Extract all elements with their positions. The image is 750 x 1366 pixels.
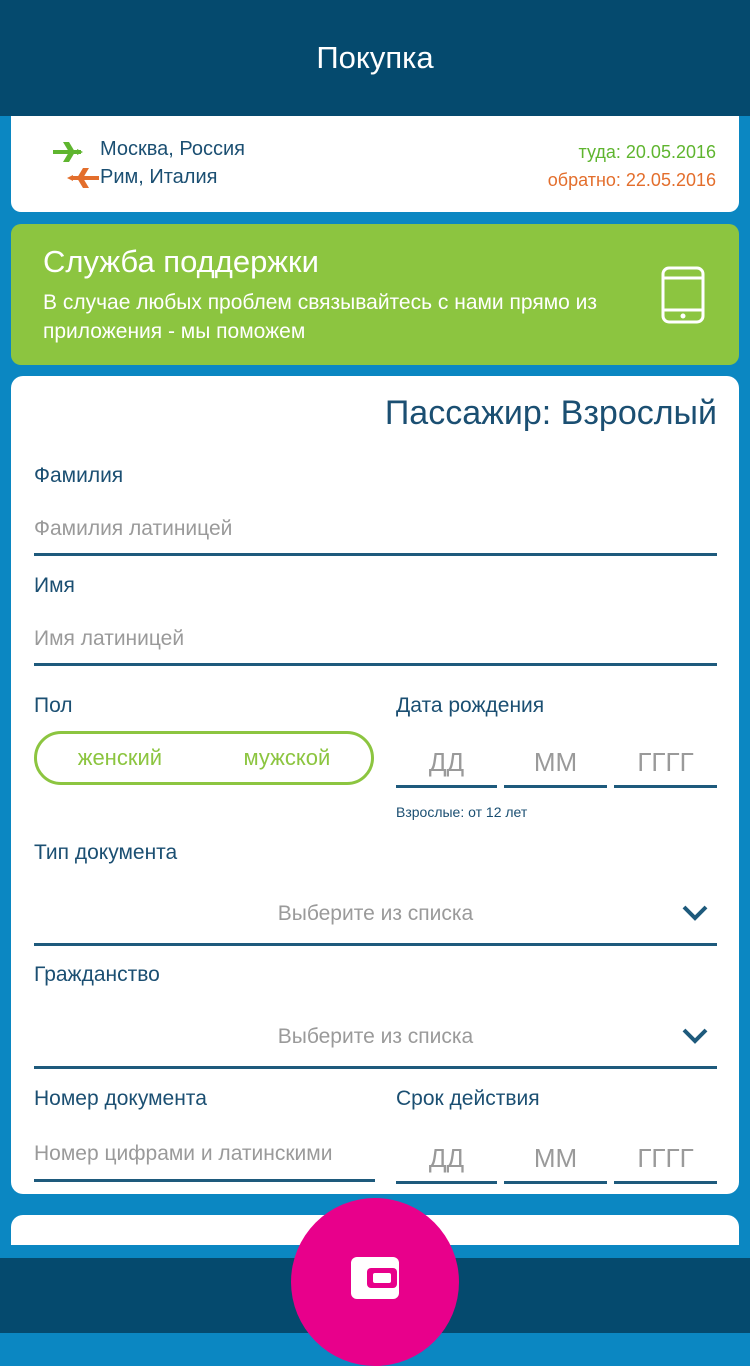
- citizenship-value: Выберите из списка: [277, 1025, 474, 1048]
- birth-month-input[interactable]: [504, 740, 607, 788]
- gender-toggle[interactable]: женский мужской: [34, 731, 374, 785]
- surname-input[interactable]: [34, 504, 717, 556]
- app-bar: Покупка: [0, 0, 750, 116]
- document-type-value: Выберите из списка: [277, 902, 474, 925]
- document-number-label: Номер документа: [34, 1087, 207, 1110]
- age-hint: Взрослые: от 12 лет: [396, 804, 528, 820]
- document-number-input[interactable]: [34, 1128, 375, 1182]
- birth-year-input[interactable]: [614, 740, 717, 788]
- chevron-down-icon: [682, 905, 708, 921]
- departure-date: туда: 20.05.2016: [578, 142, 716, 162]
- name-input[interactable]: [34, 614, 717, 666]
- return-date: обратно: 22.05.2016: [547, 170, 716, 190]
- birth-date-label: Дата рождения: [396, 694, 545, 717]
- destination-city: Рим, Италия: [100, 166, 218, 188]
- support-title: Служба поддержки: [43, 244, 319, 279]
- support-text: В случае любых проблем связывайтесь с на…: [43, 291, 597, 343]
- document-type-label: Тип документа: [34, 841, 178, 864]
- expiry-day-input[interactable]: [396, 1136, 497, 1184]
- name-label: Имя: [34, 574, 75, 597]
- expiry-year-input[interactable]: [614, 1136, 717, 1184]
- document-type-select[interactable]: Выберите из списка: [34, 890, 717, 946]
- expiry-label: Срок действия: [396, 1087, 540, 1110]
- gender-male-option[interactable]: мужской: [244, 745, 331, 771]
- plane-icon: [53, 142, 99, 188]
- wallet-button[interactable]: [291, 1198, 459, 1366]
- gender-label: Пол: [34, 694, 73, 717]
- support-banner[interactable]: Служба поддержки В случае любых проблем …: [11, 224, 739, 365]
- passenger-form: Пассажир: Взрослый Фамилия Имя Пол женск…: [11, 376, 739, 1194]
- tablet-icon: [661, 266, 705, 324]
- birth-day-input[interactable]: [396, 740, 497, 788]
- flight-summary-card: [11, 116, 739, 212]
- passenger-title: Пассажир: Взрослый: [384, 394, 717, 432]
- gender-female-option[interactable]: женский: [78, 745, 162, 771]
- origin-city: Москва, Россия: [100, 138, 245, 160]
- expiry-month-input[interactable]: [504, 1136, 607, 1184]
- citizenship-select[interactable]: Выберите из списка: [34, 1013, 717, 1069]
- wallet-icon: [351, 1257, 399, 1299]
- chevron-down-icon: [682, 1028, 708, 1044]
- citizenship-label: Гражданство: [34, 963, 160, 986]
- surname-label: Фамилия: [34, 464, 124, 487]
- page-title: Покупка: [316, 40, 434, 75]
